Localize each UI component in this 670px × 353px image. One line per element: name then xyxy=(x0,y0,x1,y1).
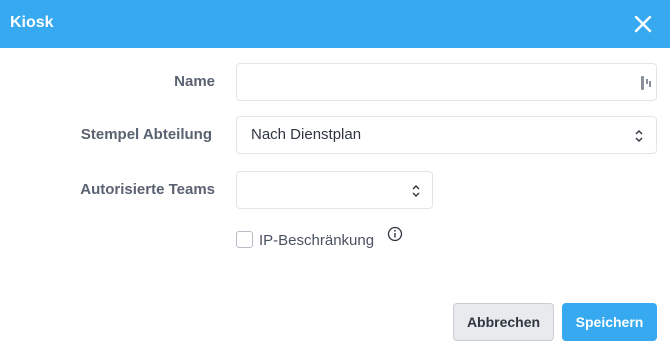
ip-beschraenkung-checkbox[interactable] xyxy=(236,231,253,248)
ip-beschraenkung-label[interactable]: IP-Beschränkung xyxy=(259,232,374,249)
stempel-abteilung-label: Stempel Abteilung xyxy=(80,126,212,143)
name-input[interactable] xyxy=(236,63,657,101)
chevron-up-down-icon xyxy=(635,130,643,142)
chevron-up-down-icon xyxy=(412,185,420,197)
autorisierte-teams-label: Autorisierte Teams xyxy=(80,181,215,198)
dialog-title: Kiosk xyxy=(10,14,54,31)
save-button[interactable]: Speichern xyxy=(562,303,657,341)
dialog-header: Kiosk xyxy=(0,0,670,48)
keyboard-handle-icon xyxy=(641,76,651,90)
autorisierte-teams-select[interactable] xyxy=(236,171,433,209)
name-label: Name xyxy=(174,73,215,90)
cancel-button[interactable]: Abbrechen xyxy=(453,303,554,341)
stempel-abteilung-value: Nach Dienstplan xyxy=(251,126,362,143)
stempel-abteilung-select[interactable]: Nach Dienstplan xyxy=(236,116,657,154)
info-icon[interactable] xyxy=(387,226,403,242)
close-icon[interactable] xyxy=(631,12,655,36)
